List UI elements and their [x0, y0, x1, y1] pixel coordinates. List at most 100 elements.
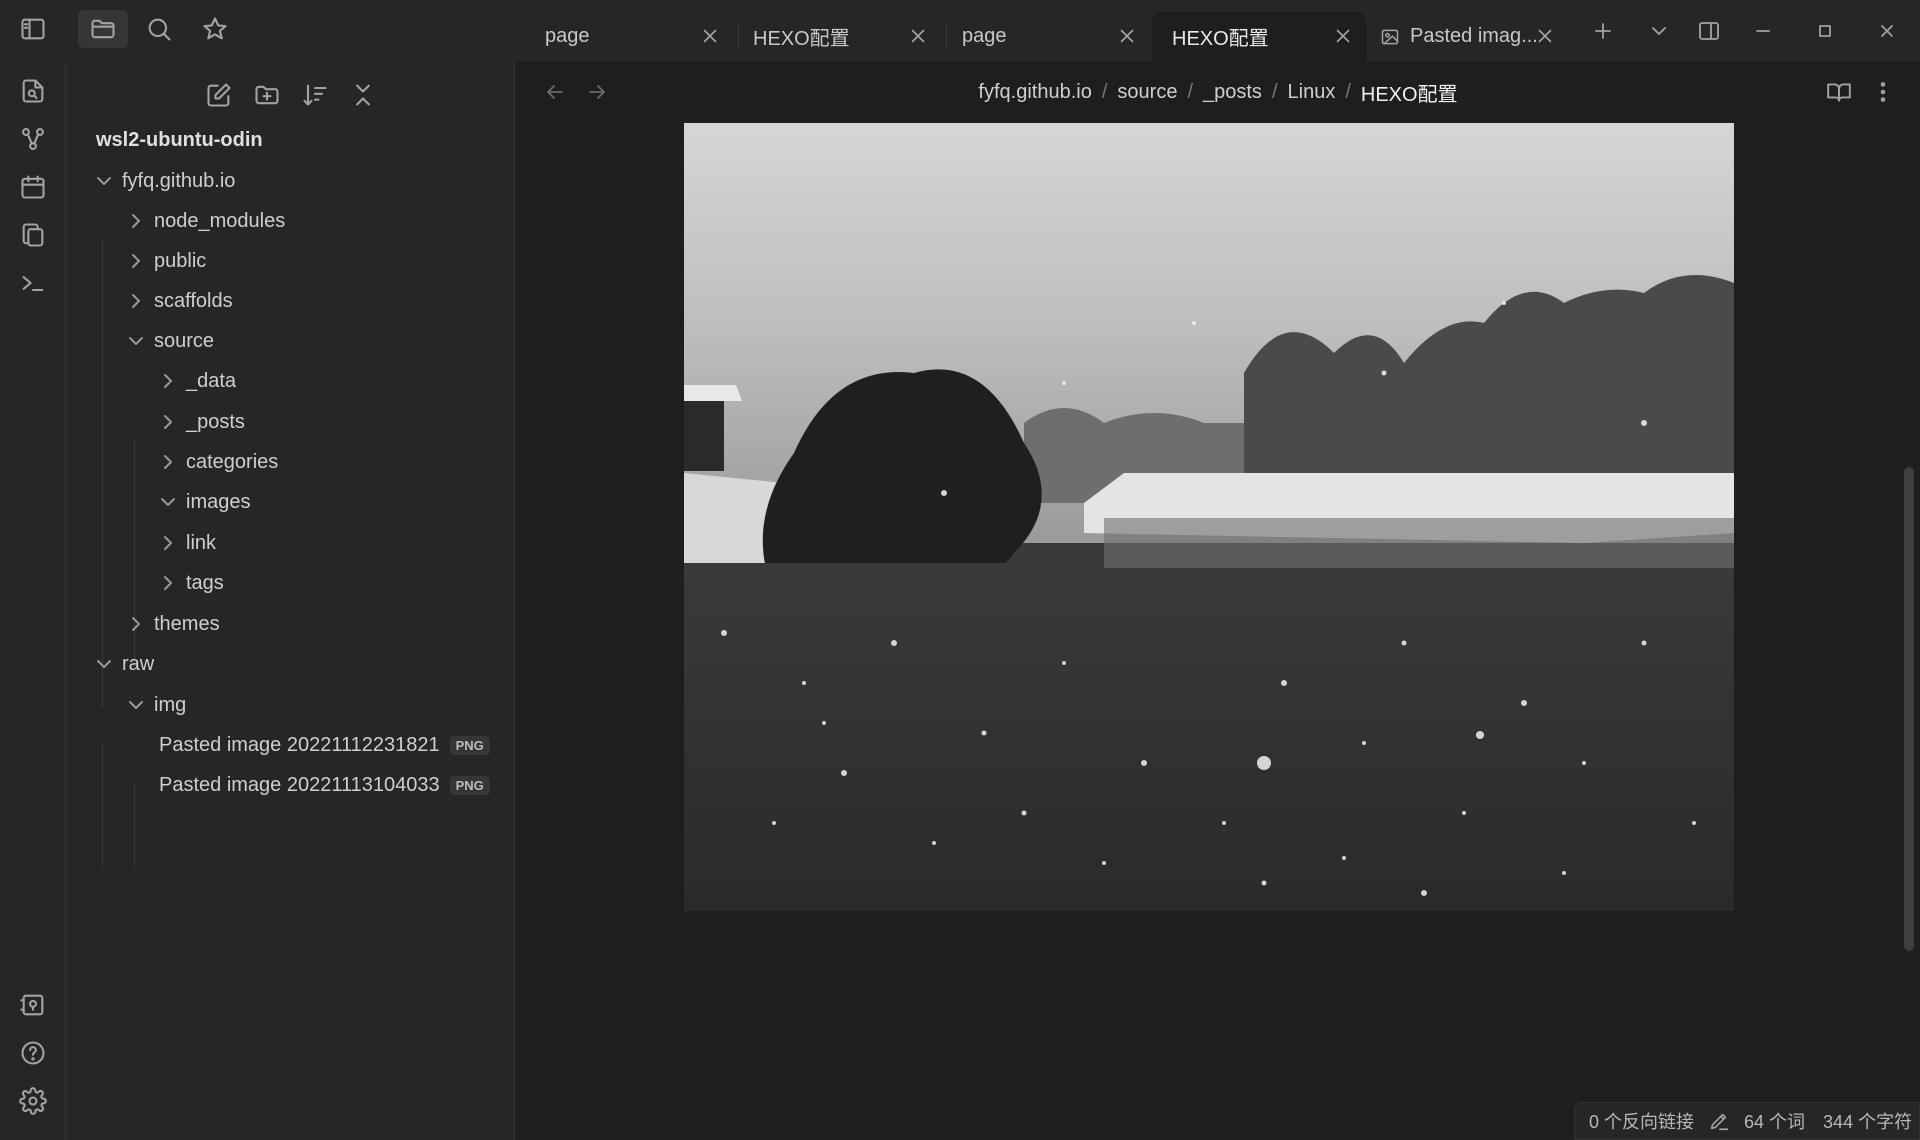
breadcrumb-item[interactable]: fyfq.github.io: [978, 81, 1091, 104]
tree-item-label: img: [154, 693, 187, 716]
tree-folder-tags[interactable]: tags: [156, 565, 224, 601]
terminal-icon[interactable]: [13, 263, 53, 303]
edit-mode-icon[interactable]: [1708, 1110, 1730, 1132]
settings-icon[interactable]: [13, 1081, 53, 1121]
tree-folder-categories[interactable]: categories: [156, 444, 278, 480]
tree-folder-posts[interactable]: _posts: [156, 404, 245, 440]
tree-folder-source[interactable]: source: [124, 323, 214, 359]
chevron-down-icon: [156, 490, 180, 514]
tab-label: HEXO配置: [1172, 28, 1269, 50]
tree-item-label: Pasted image 20221113104033: [159, 773, 440, 796]
close-icon[interactable]: [1332, 25, 1354, 47]
tab-label: Pasted imag...: [1410, 25, 1538, 47]
tree-folder-scaffolds[interactable]: scaffolds: [124, 283, 233, 319]
tree-item-label: raw: [122, 652, 155, 675]
tree-folder-node-modules[interactable]: node_modules: [124, 203, 285, 239]
plus-icon[interactable]: [1586, 14, 1620, 48]
file-type-badge: PNG: [449, 775, 490, 795]
backlinks-count[interactable]: 0 个反向链接: [1589, 1108, 1694, 1134]
scrollbar[interactable]: [1904, 467, 1914, 951]
sidebar-toggle-icon[interactable]: [8, 10, 58, 48]
close-icon[interactable]: [1534, 25, 1556, 47]
breadcrumb-separator: /: [1271, 80, 1278, 103]
chevron-down-icon: [92, 652, 116, 676]
close-icon[interactable]: [699, 25, 721, 47]
breadcrumb-item[interactable]: Linux: [1288, 81, 1336, 104]
chevron-right-icon: [156, 450, 180, 474]
tree-file-pasted-image-1[interactable]: Pasted image 20221112231821 PNG: [159, 727, 490, 763]
chevron-right-icon: [124, 249, 148, 273]
tree-folder-raw[interactable]: raw: [92, 646, 154, 682]
tree-folder-public[interactable]: public: [124, 243, 206, 279]
image-icon: [1380, 27, 1400, 47]
breadcrumb-item[interactable]: _posts: [1203, 81, 1262, 104]
tree-item-label: scaffolds: [154, 289, 233, 312]
chevron-right-icon: [124, 209, 148, 233]
tree-folder-img[interactable]: img: [124, 687, 186, 723]
new-note-icon[interactable]: [199, 75, 239, 115]
tree-folder-themes[interactable]: themes: [124, 606, 220, 642]
copy-icon[interactable]: [13, 215, 53, 255]
tree-item-label: node_modules: [154, 209, 286, 232]
tab-hexo-config-active[interactable]: HEXO配置: [1152, 12, 1366, 61]
tree-file-pasted-image-2[interactable]: Pasted image 20221113104033 PNG: [159, 767, 490, 803]
chevron-down-icon[interactable]: [1642, 14, 1676, 48]
tab-label: page: [545, 25, 590, 47]
graph-icon[interactable]: [13, 119, 53, 159]
tree-item-label: themes: [154, 612, 220, 635]
chevron-down-icon: [92, 169, 116, 193]
chevron-right-icon: [124, 612, 148, 636]
title-bar: page HEXO配置 page HEXO配置 Pasted imag...: [0, 0, 1920, 61]
tab-page-2[interactable]: page: [942, 12, 1150, 61]
vault-name[interactable]: wsl2-ubuntu-odin: [96, 129, 263, 152]
close-icon[interactable]: [1870, 14, 1904, 48]
indent-guide: [102, 745, 103, 865]
embedded-image[interactable]: [684, 123, 1734, 911]
tab-page-1[interactable]: page: [525, 12, 733, 61]
ribbon: [0, 61, 66, 1140]
tab-pasted-image[interactable]: Pasted imag...: [1366, 12, 1568, 61]
star-icon[interactable]: [190, 10, 240, 48]
help-icon[interactable]: [13, 1033, 53, 1073]
tree-item-label: images: [186, 490, 251, 513]
tree-item-label: categories: [186, 450, 279, 473]
tree-folder-data[interactable]: _data: [156, 363, 236, 399]
split-view-icon[interactable]: [1692, 14, 1726, 48]
sort-icon[interactable]: [295, 75, 335, 115]
tab-label: page: [962, 25, 1007, 47]
tree-item-label: tags: [186, 571, 224, 594]
breadcrumb-separator: /: [1101, 80, 1108, 103]
close-icon[interactable]: [907, 25, 929, 47]
tree-folder-link[interactable]: link: [156, 525, 216, 561]
close-icon[interactable]: [1116, 25, 1138, 47]
tree-folder-images[interactable]: images: [156, 484, 250, 520]
chevron-right-icon: [156, 369, 180, 393]
tab-label: HEXO配置: [753, 28, 850, 50]
collapse-all-icon[interactable]: [343, 75, 383, 115]
breadcrumb: fyfq.github.io / source / _posts / Linux…: [516, 75, 1920, 109]
folder-icon[interactable]: [78, 10, 128, 48]
maximize-icon[interactable]: [1808, 14, 1842, 48]
snowy-landscape-image: [684, 123, 1734, 911]
search-icon[interactable]: [134, 10, 184, 48]
tree-folder-fyfq-github-io[interactable]: fyfq.github.io: [92, 163, 235, 199]
tree-item-label: _posts: [186, 410, 245, 433]
word-count: 64 个词: [1744, 1112, 1806, 1132]
tree-item-label: link: [186, 531, 217, 554]
reading-view-icon[interactable]: [1822, 75, 1856, 109]
breadcrumb-item[interactable]: source: [1117, 81, 1177, 104]
minimize-icon[interactable]: [1746, 14, 1780, 48]
breadcrumb-separator: /: [1187, 80, 1193, 103]
calendar-icon[interactable]: [13, 167, 53, 207]
indent-guide: [134, 785, 135, 865]
tab-hexo-config-1[interactable]: HEXO配置: [733, 12, 941, 61]
file-type-badge: PNG: [449, 735, 490, 755]
tree-item-label: _data: [186, 369, 237, 392]
breadcrumb-current[interactable]: HEXO配置: [1361, 78, 1458, 107]
vault-icon[interactable]: [13, 985, 53, 1025]
more-options-icon[interactable]: [1866, 75, 1900, 109]
new-folder-icon[interactable]: [247, 75, 287, 115]
quick-switcher-icon[interactable]: [13, 71, 53, 111]
tree-item-label: public: [154, 249, 207, 272]
chevron-right-icon: [124, 289, 148, 313]
